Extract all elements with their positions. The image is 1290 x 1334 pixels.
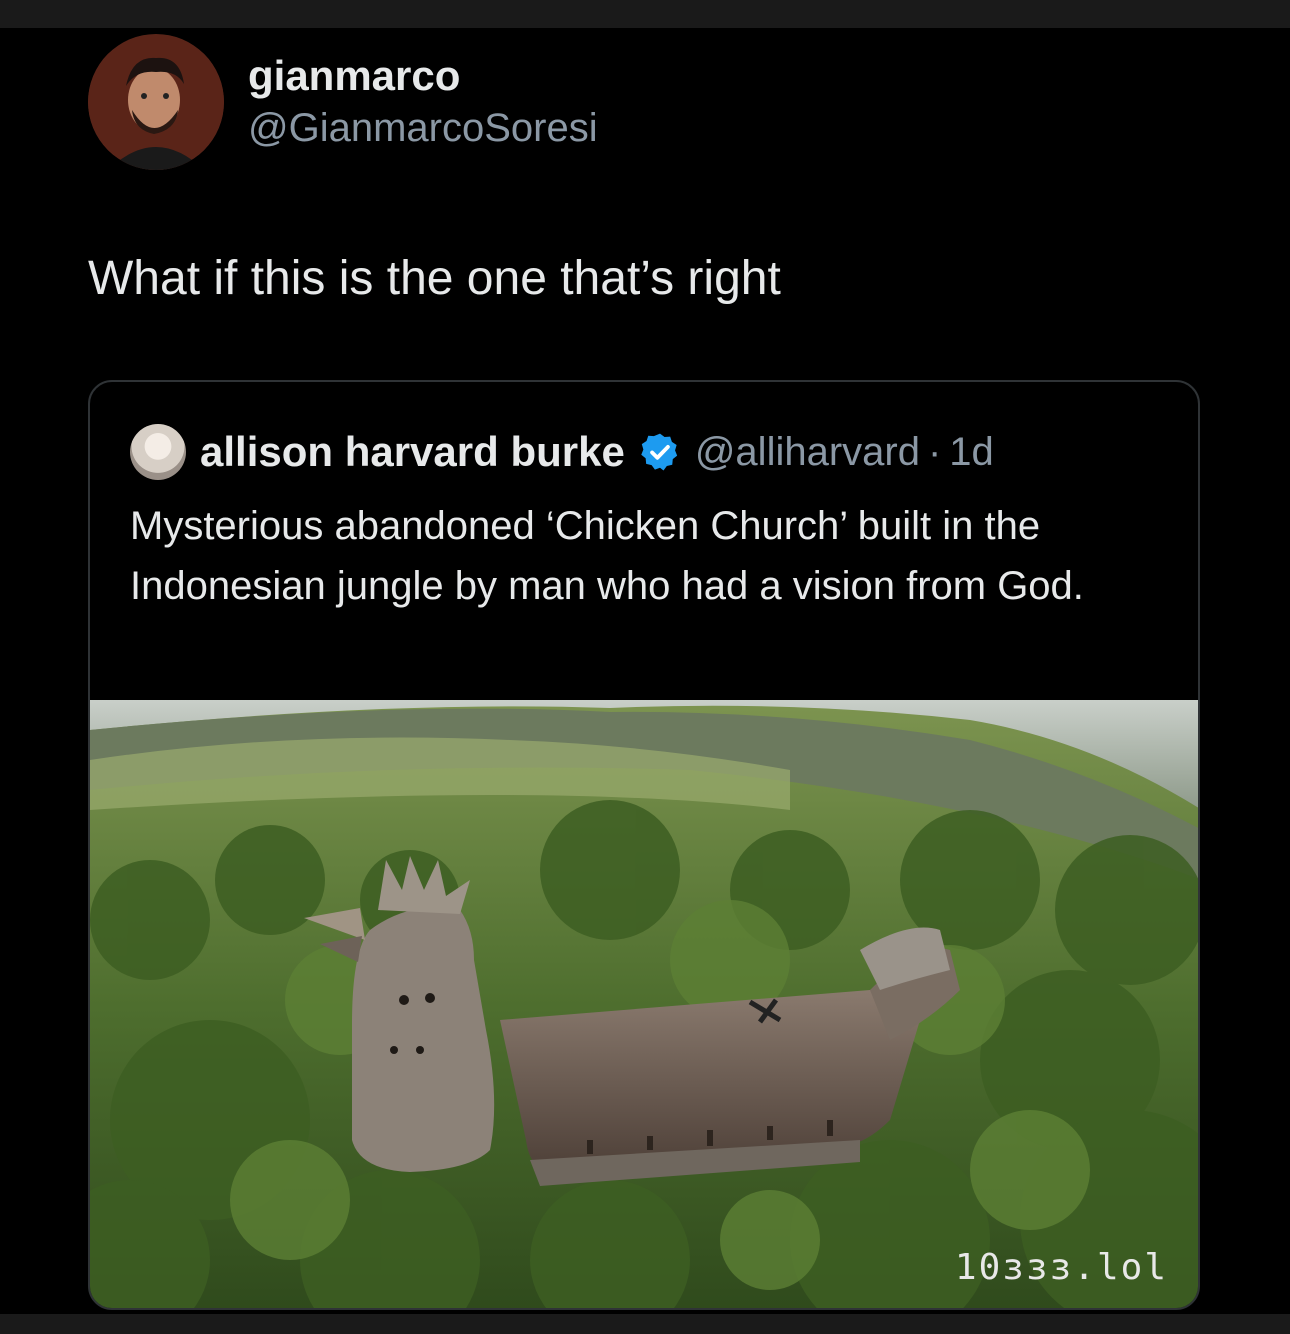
quoted-tweet-text: Mysterious abandoned ‘Chicken Church’ bu… <box>130 504 1084 608</box>
watermark: 10ɜɜɜ.lol <box>954 1247 1168 1288</box>
top-bar <box>0 0 1290 28</box>
verified-badge-icon <box>641 433 677 471</box>
quoted-author-display-name[interactable]: allison harvard burke <box>200 428 625 476</box>
author-handle[interactable]: @GianmarcoSoresi <box>248 102 598 154</box>
quoted-tweet-header: allison harvard burke @alliharvard · 1d <box>130 422 994 482</box>
separator-dot: · <box>927 429 942 474</box>
quoted-tweet-time[interactable]: 1d <box>949 430 994 475</box>
tweet-text: What if this is the one that’s right <box>88 252 781 305</box>
author-avatar[interactable] <box>88 34 224 170</box>
quoted-author-handle[interactable]: @alliharvard <box>695 430 920 475</box>
tweet-header: gianmarco @GianmarcoSoresi <box>88 32 598 172</box>
quoted-author-avatar[interactable] <box>130 424 186 480</box>
bottom-bar <box>0 1314 1290 1334</box>
author-names: gianmarco @GianmarcoSoresi <box>248 50 598 154</box>
church-photo-image <box>90 700 1198 1308</box>
author-display-name[interactable]: gianmarco <box>248 50 598 102</box>
quoted-tweet-card[interactable]: allison harvard burke @alliharvard · 1d … <box>88 380 1200 1310</box>
quoted-tweet-photo[interactable]: 10ɜɜɜ.lol <box>90 700 1198 1308</box>
